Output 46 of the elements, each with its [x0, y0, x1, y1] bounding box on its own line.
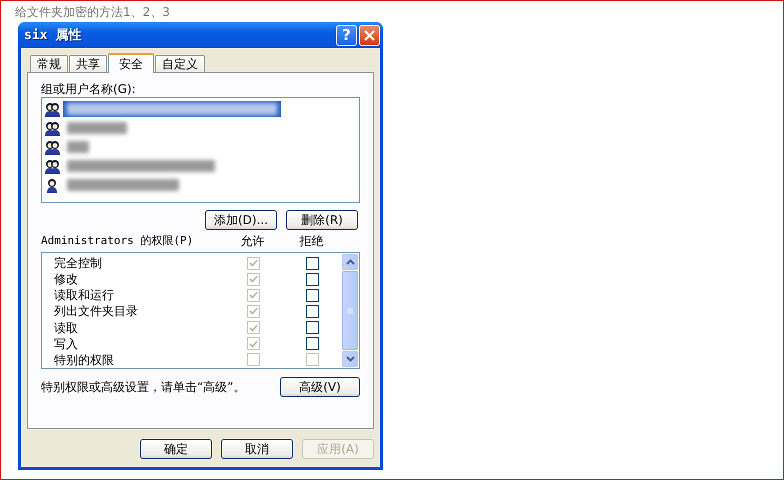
tab[interactable]: 常规	[30, 55, 68, 72]
tab[interactable]: 共享	[69, 55, 107, 72]
checkbox[interactable]	[306, 304, 319, 318]
check-icon	[248, 274, 259, 284]
column-header: 允许	[240, 233, 266, 250]
checkbox[interactable]	[306, 272, 319, 286]
permissions-label: Administrators 的权限(P)	[41, 233, 194, 248]
column-header: 拒绝	[298, 233, 324, 250]
permission-name: 列出文件夹目录	[54, 304, 139, 318]
permission-name: 读取和运行	[54, 288, 115, 302]
permission-name: 特别的权限	[54, 352, 115, 367]
user-list[interactable]	[41, 97, 360, 203]
checkbox[interactable]	[306, 288, 319, 302]
user-group-icon	[44, 120, 61, 136]
permission-name: 修改	[54, 272, 79, 286]
page-caption: 给文件夹加密的方法1、2、3	[15, 5, 170, 19]
cancel-button[interactable]: 取消	[221, 439, 293, 459]
help-button[interactable]: ?	[336, 24, 357, 46]
checkbox[interactable]	[306, 337, 319, 350]
add-button[interactable]: 添加(D)...	[205, 210, 277, 230]
checkbox[interactable]	[306, 256, 319, 270]
user-list-item[interactable]	[63, 101, 281, 117]
check-icon	[248, 258, 259, 268]
tab[interactable]: 安全	[108, 53, 154, 73]
check-icon	[248, 322, 259, 333]
check-icon	[248, 306, 259, 316]
advanced-button[interactable]: 高级(V)	[280, 377, 360, 397]
user-group-icon	[44, 158, 61, 174]
window-title: six 属性	[24, 27, 82, 44]
checkbox[interactable]	[306, 321, 319, 334]
grip-icon	[347, 308, 353, 314]
check-icon	[248, 290, 259, 300]
permission-name: 完全控制	[54, 256, 103, 270]
scrollbar[interactable]	[342, 253, 359, 368]
tab[interactable]: 自定义	[155, 55, 205, 72]
advanced-hint: 特别权限或高级设置，请单击“高级”。	[41, 378, 246, 396]
check-icon	[248, 338, 259, 349]
user-group-icon	[44, 101, 61, 117]
ok-button[interactable]: 确定	[140, 439, 212, 459]
close-icon	[363, 28, 376, 42]
permission-name: 读取	[54, 320, 79, 335]
user-group-icon	[44, 139, 61, 155]
groups-label: 组或用户名称(G):	[41, 82, 137, 96]
remove-button[interactable]: 删除(R)	[286, 210, 358, 230]
permission-name: 写入	[54, 336, 79, 351]
close-button[interactable]	[359, 24, 380, 46]
